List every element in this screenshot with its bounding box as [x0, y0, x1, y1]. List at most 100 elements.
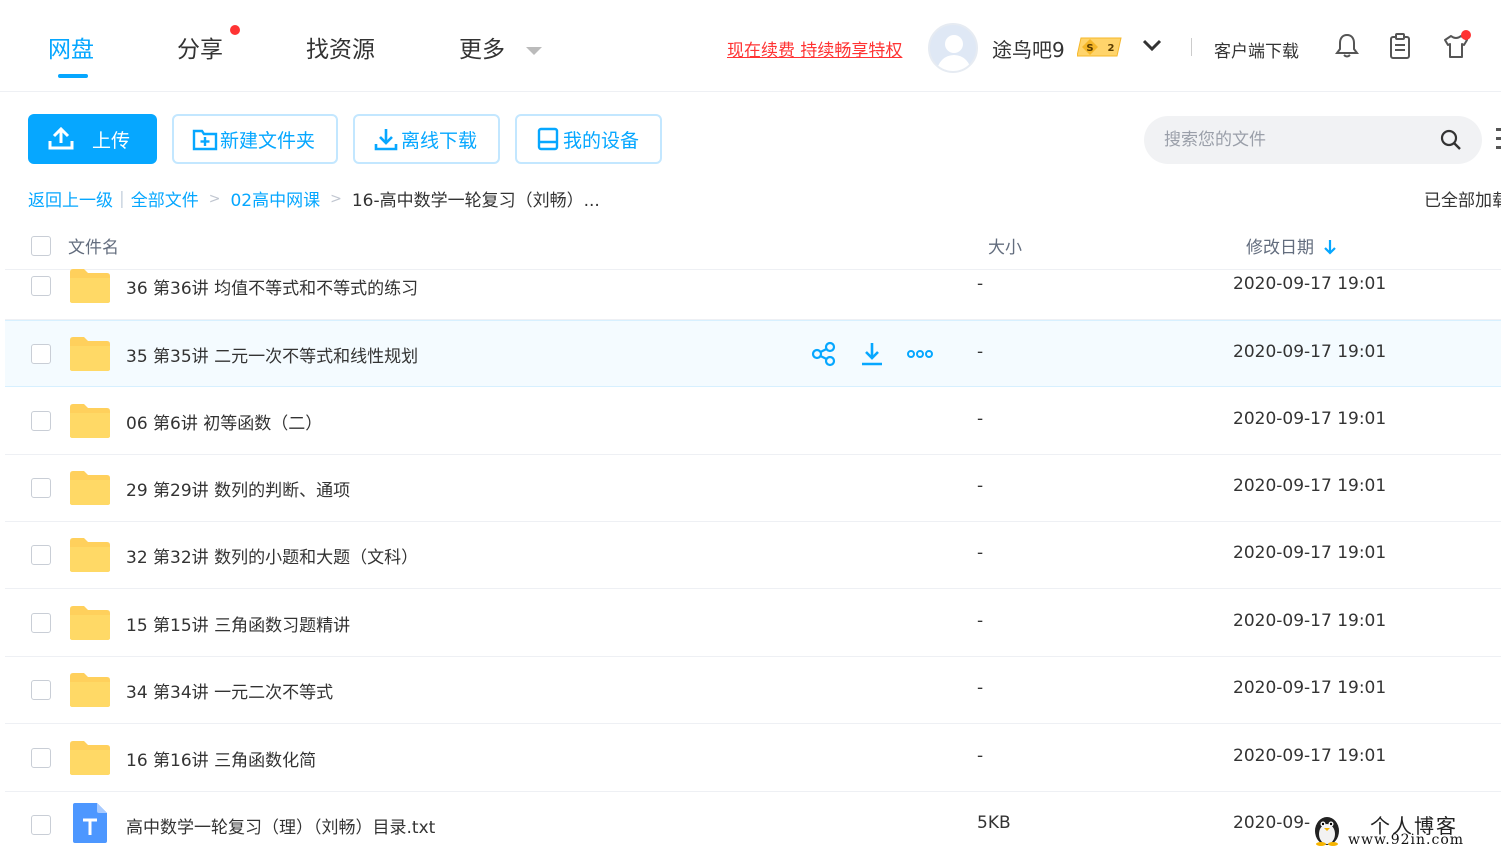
file-date: 2020-09-17 19:01 — [1233, 746, 1387, 766]
search-input[interactable] — [1164, 116, 1434, 164]
share-icon[interactable] — [811, 341, 837, 367]
file-size: - — [977, 274, 984, 294]
my-devices-button[interactable]: 我的设备 — [515, 114, 662, 164]
file-name[interactable]: 06 第6讲 初等函数（二） — [126, 409, 322, 434]
row-checkbox[interactable] — [31, 545, 51, 565]
upload-button[interactable]: 上传 — [28, 114, 157, 164]
nav-tab-find-resources[interactable]: 找资源 — [306, 30, 375, 64]
active-tab-indicator — [58, 74, 88, 78]
file-size: - — [977, 342, 984, 362]
file-row[interactable]: 36 第36讲 均值不等式和不等式的练习 - 2020-09-17 19:01 — [5, 253, 1501, 320]
breadcrumb-all-files[interactable]: 全部文件 — [131, 186, 199, 211]
file-date: 2020-09-17 19:01 — [1233, 678, 1387, 698]
nav-tab-share[interactable]: 分享 — [177, 30, 223, 64]
share-notification-dot — [230, 25, 240, 35]
offline-download-button[interactable]: 离线下载 — [353, 114, 500, 164]
new-folder-button[interactable]: 新建文件夹 — [172, 114, 338, 164]
file-size: - — [977, 678, 984, 698]
file-row[interactable]: 06 第6讲 初等函数（二） - 2020-09-17 19:01 — [5, 388, 1501, 455]
breadcrumb-back[interactable]: 返回上一级 — [28, 186, 113, 211]
svg-text:S: S — [1086, 43, 1093, 54]
nav-tab-more[interactable]: 更多 — [459, 30, 543, 64]
search-box — [1144, 116, 1482, 164]
file-date: 2020-09-17 19:01 — [1233, 342, 1387, 362]
row-checkbox[interactable] — [31, 815, 51, 835]
folder-icon — [70, 269, 110, 303]
upload-icon — [48, 127, 74, 150]
file-name[interactable]: 34 第34讲 一元二次不等式 — [126, 678, 333, 703]
download-icon[interactable] — [859, 341, 885, 367]
breadcrumb-current-folder: 16-高中数学一轮复习（刘畅）... — [351, 191, 600, 211]
row-checkbox[interactable] — [31, 613, 51, 633]
file-name[interactable]: 29 第29讲 数列的判断、通项 — [126, 476, 350, 501]
row-checkbox[interactable] — [31, 344, 51, 364]
bell-icon[interactable] — [1333, 32, 1361, 60]
watermark-domain: www.92in.com — [1348, 832, 1465, 848]
file-size: - — [977, 476, 984, 496]
skin-notification-dot — [1461, 30, 1471, 40]
text-file-icon — [73, 803, 107, 843]
nav-tab-netdisk[interactable]: 网盘 — [48, 30, 94, 78]
new-folder-icon — [192, 129, 218, 151]
nav-tab-find-resources-label: 找资源 — [306, 37, 375, 63]
file-row[interactable]: 高中数学一轮复习（理）（刘畅）目录.txt 5KB 2020-09- — [5, 792, 1501, 853]
folder-icon — [70, 337, 110, 371]
row-checkbox[interactable] — [31, 411, 51, 431]
file-name[interactable]: 32 第32讲 数列的小题和大题（文科） — [126, 543, 418, 568]
file-row[interactable]: 16 第16讲 三角函数化简 - 2020-09-17 19:01 — [5, 725, 1501, 792]
file-date: 2020-09-17 19:01 — [1233, 274, 1387, 294]
nav-tab-netdisk-label: 网盘 — [48, 37, 94, 63]
avatar-body — [937, 55, 971, 71]
load-status: 已全部加载 — [1424, 191, 1501, 211]
folder-icon — [70, 673, 110, 707]
file-size: - — [977, 746, 984, 766]
nav-tab-share-label: 分享 — [177, 37, 223, 63]
avatar[interactable] — [928, 23, 978, 73]
client-download-link[interactable]: 客户端下载 — [1214, 37, 1299, 62]
row-checkbox[interactable] — [31, 478, 51, 498]
more-options-icon[interactable] — [907, 341, 933, 367]
breadcrumb-parent-folder[interactable]: 02高中网课 — [230, 186, 320, 211]
row-checkbox[interactable] — [31, 680, 51, 700]
nav-tab-more-label: 更多 — [459, 37, 505, 63]
file-name[interactable]: 36 第36讲 均值不等式和不等式的练习 — [126, 274, 418, 299]
offline-download-button-label: 离线下载 — [401, 129, 478, 152]
divider — [1191, 38, 1192, 56]
file-row[interactable]: 15 第15讲 三角函数习题精讲 - 2020-09-17 19:01 — [5, 590, 1501, 657]
file-date: 2020-09- — [1233, 813, 1311, 833]
view-options-icon[interactable] — [1494, 126, 1501, 152]
file-date: 2020-09-17 19:01 — [1233, 476, 1387, 496]
file-size: 5KB — [977, 813, 1011, 833]
file-name[interactable]: 16 第16讲 三角函数化简 — [126, 746, 316, 771]
chevron-down-icon — [526, 46, 543, 55]
new-folder-button-label: 新建文件夹 — [220, 129, 316, 152]
folder-icon — [70, 606, 110, 640]
folder-icon — [70, 741, 110, 775]
file-row[interactable]: 35 第35讲 二元一次不等式和线性规划 - 2020-09-17 19:01 — [5, 320, 1501, 387]
row-checkbox[interactable] — [31, 748, 51, 768]
file-date: 2020-09-17 19:01 — [1233, 543, 1387, 563]
file-name[interactable]: 高中数学一轮复习（理）（刘畅）目录.txt — [126, 813, 435, 838]
file-size: - — [977, 611, 984, 631]
file-name[interactable]: 15 第15讲 三角函数习题精讲 — [126, 611, 350, 636]
breadcrumb: 返回上一级 | 全部文件 > 02高中网课 > 16-高中数学一轮复习（刘畅）.… — [28, 186, 600, 212]
file-row[interactable]: 34 第34讲 一元二次不等式 - 2020-09-17 19:01 — [5, 657, 1501, 724]
vip-level: 2 — [1108, 43, 1115, 54]
file-name[interactable]: 35 第35讲 二元一次不等式和线性规划 — [126, 342, 418, 367]
username[interactable]: 途鸟吧9 — [992, 34, 1065, 63]
avatar-head — [945, 35, 963, 53]
penguin-logo-icon — [1315, 817, 1339, 846]
download-icon — [374, 129, 398, 151]
folder-icon — [70, 404, 110, 438]
search-icon[interactable] — [1439, 128, 1463, 152]
chevron-down-icon[interactable] — [1142, 38, 1162, 54]
top-navigation: 网盘 分享 找资源 更多 现在续费 持续畅享特权 途鸟吧9 S 2 客户端下载 — [0, 0, 1501, 92]
file-row[interactable]: 29 第29讲 数列的判断、通项 - 2020-09-17 19:01 — [5, 455, 1501, 522]
file-row[interactable]: 32 第32讲 数列的小题和大题（文科） - 2020-09-17 19:01 — [5, 522, 1501, 589]
clipboard-icon[interactable] — [1386, 32, 1414, 60]
breadcrumb-divider: | — [119, 188, 125, 209]
file-size: - — [977, 543, 984, 563]
row-checkbox[interactable] — [31, 276, 51, 296]
file-date: 2020-09-17 19:01 — [1233, 611, 1387, 631]
renew-vip-link[interactable]: 现在续费 持续畅享特权 — [727, 36, 902, 61]
